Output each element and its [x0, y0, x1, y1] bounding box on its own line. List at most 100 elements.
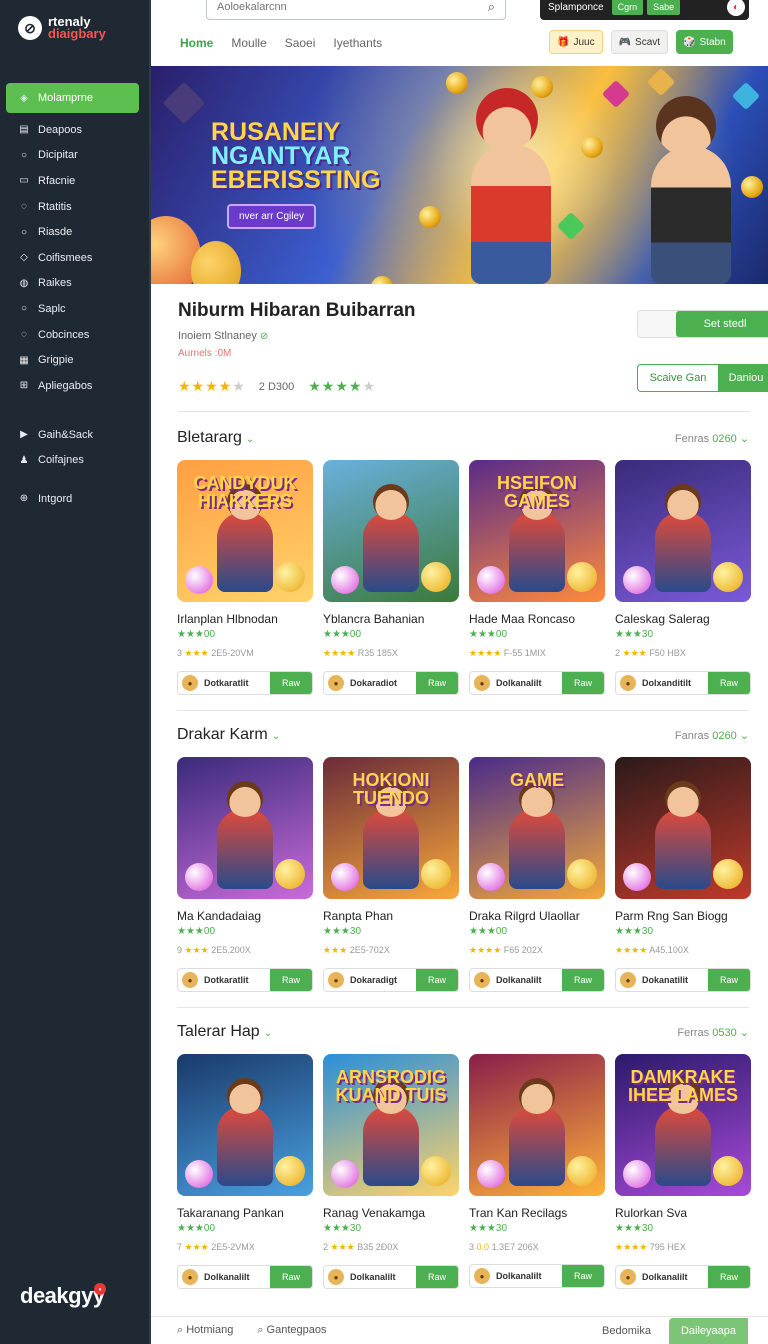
bottom-right-label[interactable]: Bedomika: [602, 1325, 651, 1337]
game-card-title[interactable]: Draka Rilgrd Ulaollar: [469, 909, 605, 923]
sidebar-item-7[interactable]: ○ Saplc: [0, 296, 151, 322]
sidebar-item-play[interactable]: ▶ Gaih&Sack: [0, 422, 151, 448]
top-right-label[interactable]: Splamponce: [544, 2, 608, 13]
banner-cta-button[interactable]: nver arr Cgiley: [227, 204, 317, 229]
game-card[interactable]: Tran Kan Recilags ★★★30 3 0.0 1.3E7 206X ● D…: [469, 1054, 605, 1289]
get-button[interactable]: Set stedl: [676, 311, 768, 337]
play-button[interactable]: Raw: [270, 1266, 312, 1288]
game-card[interactable]: DAMKRAKE IHEE LAMES Rulorkan Sva ★★★30 ★★★…: [615, 1054, 751, 1289]
game-thumbnail[interactable]: [177, 1054, 313, 1196]
play-button[interactable]: Raw: [708, 969, 750, 991]
section-see-more[interactable]: Ferras 0530 ⌄: [677, 1026, 749, 1039]
save-game-button[interactable]: Scaive Gan: [638, 365, 718, 391]
download-link[interactable]: Dolkanalilt: [490, 678, 562, 688]
game-thumbnail[interactable]: [469, 1054, 605, 1196]
game-card[interactable]: Caleskag Salerag ★★★30 2 ★★★ F50 HBX ● Dolxa…: [615, 460, 751, 695]
game-thumbnail[interactable]: [323, 460, 459, 602]
play-button[interactable]: Raw: [416, 969, 458, 991]
download-link[interactable]: Dolkanalilt: [198, 1272, 270, 1282]
get-button-group[interactable]: Set stedl: [637, 310, 768, 338]
sidebar-item-2[interactable]: ▭ Rfacnie: [0, 168, 151, 194]
download-link[interactable]: Dolkanalilt: [490, 975, 562, 985]
game-thumbnail[interactable]: [177, 757, 313, 899]
sidebar-item-globe[interactable]: ⊕ Intgord: [0, 486, 151, 512]
game-card[interactable]: GAME Draka Rilgrd Ulaollar ★★★00 ★★★★ F65 …: [469, 757, 605, 992]
download-link[interactable]: Dolkanalilt: [344, 1272, 416, 1282]
download-link[interactable]: Dotkaratlit: [198, 678, 270, 688]
play-button[interactable]: Raw: [562, 969, 604, 991]
game-thumbnail[interactable]: DAMKRAKE IHEE LAMES: [615, 1054, 751, 1196]
tab-4[interactable]: Iyethants: [333, 36, 382, 50]
game-card[interactable]: ARNSRODIG KUAND TUIS Ranag Venakamga ★★★30…: [323, 1054, 459, 1289]
game-thumbnail[interactable]: HSEIFON GAMES: [469, 460, 605, 602]
sidebar-item-6[interactable]: ◍ Raikes: [0, 271, 151, 297]
game-thumbnail[interactable]: CANDYDUK HIAKKERS: [177, 460, 313, 602]
sidebar-item-3[interactable]: ◌ Rtatitis: [0, 194, 151, 220]
game-card-title[interactable]: Ranag Venakamga: [323, 1206, 459, 1220]
game-card-title[interactable]: Parm Rng San Biogg: [615, 909, 751, 923]
tab-2[interactable]: Moulle: [231, 36, 266, 50]
game-card[interactable]: Ma Kandadaiag ★★★00 9 ★★★ 2E5.200X ● Dotkara…: [177, 757, 313, 992]
bottom-right-button[interactable]: Daileyaapa: [668, 1317, 748, 1344]
sidebar-item-1[interactable]: ○ Dicipitar: [0, 143, 151, 169]
download-link[interactable]: Dokaradigt: [344, 975, 416, 985]
play-button[interactable]: Raw: [416, 1266, 458, 1288]
top-right-button-1[interactable]: Cgrn: [611, 0, 644, 15]
game-card[interactable]: HSEIFON GAMES Hade Maa Roncaso ★★★00 ★★★★ …: [469, 460, 605, 695]
section-title[interactable]: Bletararg ⌄: [177, 429, 254, 447]
game-thumbnail[interactable]: [615, 460, 751, 602]
game-thumbnail[interactable]: [615, 757, 751, 899]
play-button[interactable]: Raw: [562, 1265, 604, 1287]
download-link[interactable]: Dotkaratlit: [198, 975, 270, 985]
download-button[interactable]: Daniou: [718, 365, 768, 391]
search-input[interactable]: [217, 1, 488, 13]
section-title[interactable]: Drakar Karm ⌄: [177, 726, 280, 744]
sidebar-item-9[interactable]: ▦ Grigpie: [0, 347, 151, 373]
status-button[interactable]: 🎲 Stabn: [676, 30, 733, 54]
download-link[interactable]: Dolkanalilt: [490, 1271, 562, 1281]
section-see-more[interactable]: Fenras 0260 ⌄: [675, 432, 749, 445]
game-card-title[interactable]: Yblancra Bahanian: [323, 612, 459, 626]
play-button[interactable]: Raw: [708, 672, 750, 694]
game-card[interactable]: Yblancra Bahanian ★★★00 ★★★★ R35 185X ● Dok…: [323, 460, 459, 695]
game-card-title[interactable]: Rulorkan Sva: [615, 1206, 751, 1220]
game-card[interactable]: HOKIONI TUENDO Ranpta Phan ★★★30 ★★★ 2E5-7…: [323, 757, 459, 992]
top-right-button-2[interactable]: Sabe: [647, 0, 681, 15]
play-button[interactable]: Raw: [708, 1266, 750, 1288]
game-card-title[interactable]: Irlanplan Hlbnodan: [177, 612, 313, 626]
download-link[interactable]: Dokaradiot: [344, 678, 416, 688]
sidebar-item-4[interactable]: ○ Riasde: [0, 219, 151, 245]
sidebar-item-10[interactable]: ⊞ Apliegabos: [0, 373, 151, 399]
sidebar-item-8[interactable]: ◌ Cobcinces: [0, 322, 151, 348]
search-box[interactable]: ⌕: [206, 0, 506, 20]
play-button[interactable]: Raw: [270, 969, 312, 991]
section-see-more[interactable]: Fanras 0260 ⌄: [675, 729, 749, 742]
tab-3[interactable]: Saoei: [285, 36, 316, 50]
search-icon[interactable]: ⌕: [488, 0, 495, 15]
sidebar-item-active[interactable]: ◈ Molamprne: [6, 83, 139, 113]
bottom-link-2[interactable]: ⌕ Gantegpaos: [257, 1324, 326, 1337]
game-card-title[interactable]: Ma Kandadaiag: [177, 909, 313, 923]
game-thumbnail[interactable]: GAME: [469, 757, 605, 899]
game-card-title[interactable]: Hade Maa Roncaso: [469, 612, 605, 626]
game-card-title[interactable]: Tran Kan Recilags: [469, 1206, 605, 1220]
game-thumbnail[interactable]: HOKIONI TUENDO: [323, 757, 459, 899]
game-card-title[interactable]: Takaranang Pankan: [177, 1206, 313, 1220]
profile-icon[interactable]: ◐: [727, 0, 745, 16]
sidebar-item-5[interactable]: ◇ Coifismees: [0, 245, 151, 271]
sidebar-item-0[interactable]: ▤ Deapoos: [0, 117, 151, 143]
gift-button[interactable]: 🎁 Juuc: [549, 30, 603, 54]
game-card[interactable]: Takaranang Pankan ★★★00 7 ★★★ 2E5-2VMX ● Dol…: [177, 1054, 313, 1289]
game-card-title[interactable]: Caleskag Salerag: [615, 612, 751, 626]
download-link[interactable]: Dolkanalilt: [636, 1272, 708, 1282]
download-link[interactable]: Dokanatilit: [636, 975, 708, 985]
sidebar-item-user[interactable]: ♟ Coifajnes: [0, 448, 151, 474]
game-card-title[interactable]: Ranpta Phan: [323, 909, 459, 923]
play-button[interactable]: Raw: [270, 672, 312, 694]
download-link[interactable]: Dolxanditilt: [636, 678, 708, 688]
bottom-link-1[interactable]: ⌕ Hotmiang: [177, 1324, 233, 1337]
tab-home[interactable]: Home: [180, 36, 213, 50]
game-thumbnail[interactable]: ARNSRODIG KUAND TUIS: [323, 1054, 459, 1196]
section-title[interactable]: Talerar Hap ⌄: [177, 1023, 272, 1041]
app-logo[interactable]: ⊘ rtenaly diaigbary: [18, 15, 140, 40]
